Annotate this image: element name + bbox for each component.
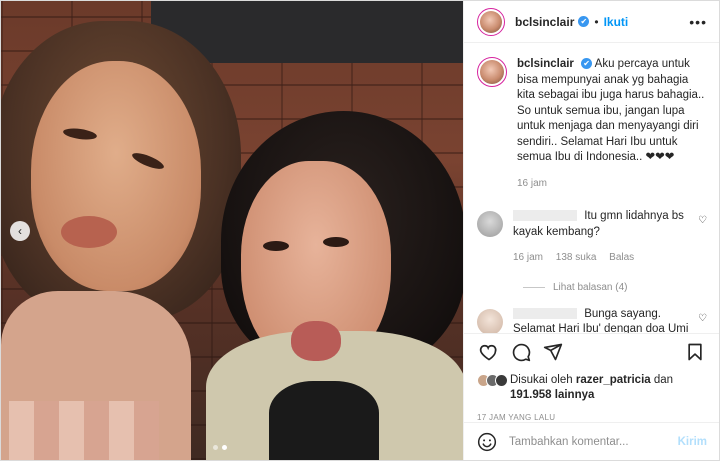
- more-options-icon[interactable]: •••: [689, 14, 707, 30]
- comment-item: Itu gmn lidahnya bs kayak kembang? 16 ja…: [477, 209, 707, 266]
- carousel-dot-active: [222, 445, 227, 450]
- boy-shirt: [269, 381, 379, 460]
- caption-time[interactable]: 16 jam: [517, 178, 547, 189]
- caption: bclsinclair ✔ Aku percaya untuk bisa mem…: [477, 57, 707, 191]
- author-username[interactable]: bclsinclair: [515, 15, 574, 29]
- send-icon: [543, 343, 563, 360]
- post-header: bclsinclair ✔ • Ikuti •••: [464, 1, 719, 43]
- redacted-username: [513, 210, 577, 222]
- chevron-left-icon: ‹: [18, 224, 22, 238]
- comment-icon: [512, 343, 531, 361]
- author-avatar[interactable]: [477, 7, 505, 36]
- emoji-button[interactable]: [477, 431, 499, 453]
- view-replies-label: Lihat balasan (4): [553, 281, 628, 293]
- comment-meta: 16 jam 138 suka Balas: [513, 250, 693, 266]
- comment-time[interactable]: 16 jam: [513, 252, 543, 263]
- comment-button[interactable]: [509, 340, 533, 364]
- carousel-dot: [213, 445, 218, 450]
- post-timestamp[interactable]: 17 JAM YANG LALU: [464, 413, 719, 422]
- post-comment-button[interactable]: Kirim: [678, 436, 707, 448]
- comment-item: Bunga sayang. Selamat Hari Ibu' dengan d…: [477, 307, 707, 333]
- caption-body: bclsinclair ✔ Aku percaya untuk bisa mem…: [517, 57, 707, 191]
- post-side-panel: bclsinclair ✔ • Ikuti ••• bclsinclair ✔ …: [463, 1, 719, 460]
- comment-input[interactable]: [509, 435, 678, 448]
- boy-right-eye: [323, 237, 349, 247]
- add-comment-bar: Kirim: [464, 422, 719, 460]
- boy-mouth: [291, 321, 341, 361]
- post-actions-bar: [464, 333, 719, 369]
- caption-username[interactable]: bclsinclair: [517, 58, 574, 70]
- heart-icon: [479, 344, 497, 360]
- likes-summary: Disukai oleh razer_patricia dan 191.958 …: [464, 373, 719, 403]
- likes-text: Disukai oleh razer_patricia dan 191.958 …: [510, 373, 673, 403]
- carousel-dots: [213, 445, 227, 450]
- follow-button[interactable]: Ikuti: [604, 15, 629, 29]
- instagram-post-frame: ‹ bclsinclair ✔ • Ikuti ••• bclsinclair …: [0, 0, 720, 461]
- comment-body: Itu gmn lidahnya bs kayak kembang? 16 ja…: [513, 209, 693, 266]
- commenter-avatar[interactable]: [477, 211, 503, 237]
- liker-avatar: [495, 374, 508, 387]
- redacted-username: [513, 307, 577, 319]
- comment-like-count[interactable]: 138 suka: [556, 252, 597, 263]
- post-photo[interactable]: ‹: [1, 1, 463, 460]
- censor-blur: [9, 401, 159, 460]
- emoji-icon: [477, 432, 497, 451]
- comment-like-heart-icon[interactable]: ♡: [698, 313, 707, 324]
- caption-meta: 16 jam: [517, 176, 707, 192]
- likes-prefix: Disukai oleh: [510, 374, 573, 386]
- view-replies[interactable]: Lihat balasan (4): [523, 282, 707, 293]
- commenter-avatar[interactable]: [477, 308, 503, 333]
- share-button[interactable]: [541, 340, 565, 364]
- caption-text: Aku percaya untuk bisa mempunyai anak yg…: [517, 58, 705, 163]
- likes-user[interactable]: razer_patricia: [576, 374, 651, 386]
- header-separator: •: [594, 14, 599, 29]
- comment-body: Bunga sayang. Selamat Hari Ibu' dengan d…: [513, 307, 693, 333]
- previous-photo-button[interactable]: ‹: [10, 221, 30, 241]
- replies-divider: [523, 286, 545, 288]
- reply-button[interactable]: Balas: [609, 252, 634, 263]
- verified-badge-icon: ✔: [578, 16, 590, 27]
- comment-like-heart-icon[interactable]: ♡: [698, 215, 707, 226]
- comments-list[interactable]: bclsinclair ✔ Aku percaya untuk bisa mem…: [464, 43, 719, 333]
- woman-lips: [61, 216, 117, 248]
- liker-avatars: [477, 374, 508, 387]
- likes-count[interactable]: 191.958 lainnya: [510, 389, 594, 401]
- likes-connector: dan: [653, 374, 674, 386]
- bookmark-icon: [688, 343, 702, 360]
- woman-face: [31, 61, 201, 291]
- verified-badge-icon: ✔: [581, 58, 593, 70]
- like-button[interactable]: [477, 340, 501, 364]
- caption-avatar[interactable]: [477, 57, 507, 87]
- boy-left-eye: [263, 241, 289, 251]
- save-button[interactable]: [683, 340, 707, 364]
